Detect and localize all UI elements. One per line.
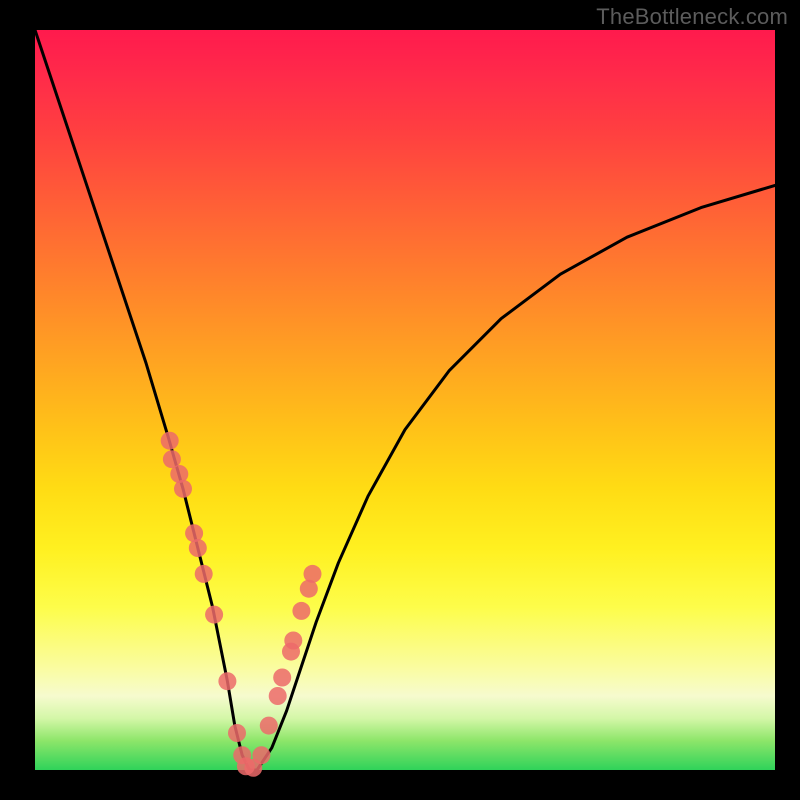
chart-svg — [35, 30, 775, 770]
attribution-label: TheBottleneck.com — [596, 4, 788, 30]
plot-area — [35, 30, 775, 770]
bottleneck-curve — [35, 30, 775, 770]
chart-stage: TheBottleneck.com — [0, 0, 800, 800]
highlight-dots — [161, 432, 322, 777]
